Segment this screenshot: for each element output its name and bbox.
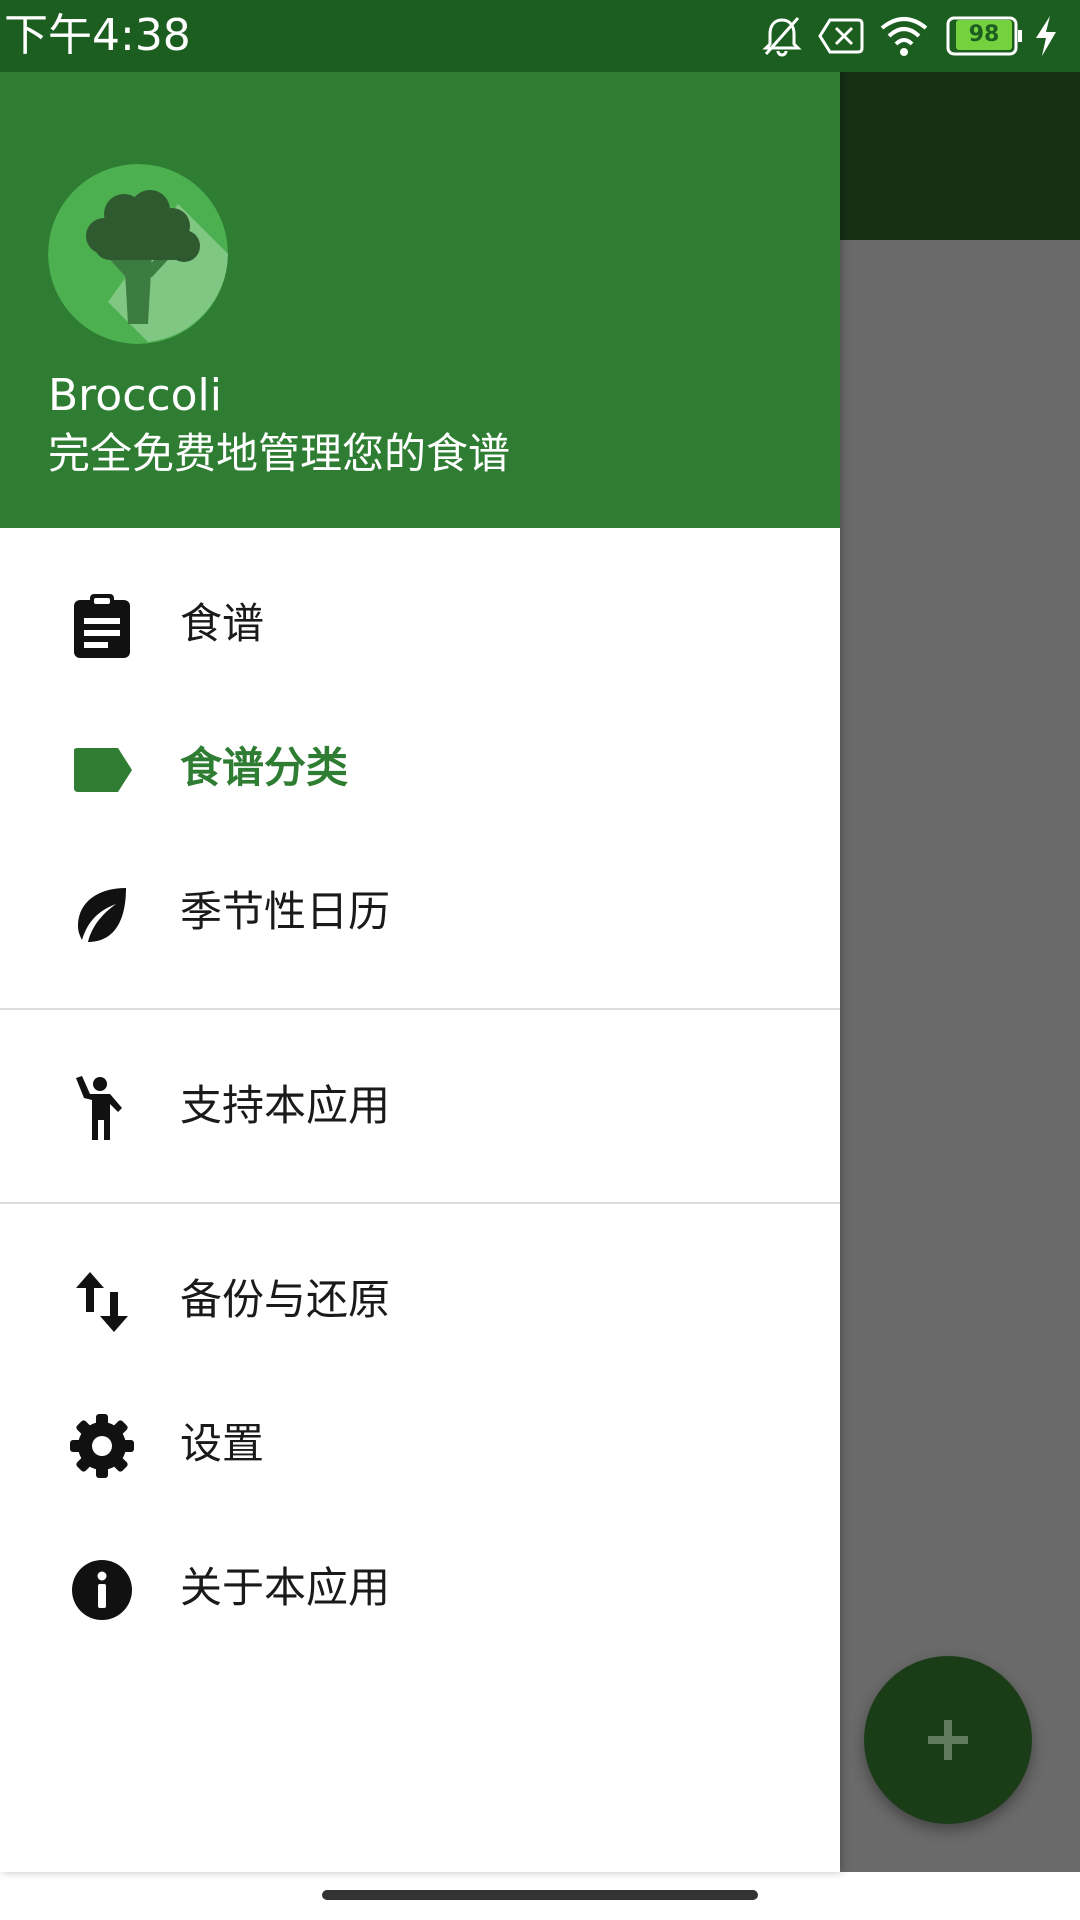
sim-error-icon xyxy=(818,14,864,58)
menu-item-label: 季节性日历 xyxy=(180,887,391,936)
plus-icon xyxy=(928,1720,968,1760)
bell-off-icon xyxy=(760,14,804,58)
leaf-icon xyxy=(78,888,126,942)
menu-item-recipes[interactable]: 食谱 xyxy=(0,552,840,696)
menu-item-label: 备份与还原 xyxy=(180,1275,391,1324)
charging-bolt-icon xyxy=(1032,14,1060,58)
menu-item-label: 关于本应用 xyxy=(180,1563,391,1612)
menu-item-backup-restore[interactable]: 备份与还原 xyxy=(0,1228,840,1372)
menu-item-label: 设置 xyxy=(180,1419,265,1468)
app-name: Broccoli xyxy=(48,370,222,421)
home-indicator[interactable] xyxy=(322,1890,758,1900)
broccoli-logo xyxy=(48,164,228,344)
menu-item-categories[interactable]: 食谱分类 xyxy=(0,696,840,840)
drawer-header: Broccoli 完全免费地管理您的食谱 xyxy=(0,72,840,528)
gear-icon xyxy=(70,1414,134,1478)
menu-item-about[interactable]: 关于本应用 xyxy=(0,1516,840,1660)
menu-divider xyxy=(0,1202,840,1204)
navigation-drawer: Broccoli 完全免费地管理您的食谱 食谱 食谱分类 季节性日历 支持本应用… xyxy=(0,0,840,1872)
add-recipe-button[interactable] xyxy=(864,1656,1032,1824)
status-icons: 98 xyxy=(760,0,1080,72)
battery-level: 98 xyxy=(956,20,1012,50)
menu-item-support[interactable]: 支持本应用 xyxy=(0,1034,840,1178)
menu-item-settings[interactable]: 设置 xyxy=(0,1372,840,1516)
person-waving-icon xyxy=(76,1076,122,1140)
clipboard-icon xyxy=(74,594,130,658)
menu-item-seasonal-calendar[interactable]: 季节性日历 xyxy=(0,840,840,984)
menu-item-label: 食谱 xyxy=(180,599,265,648)
screen: 的食 下午4:38 xyxy=(0,0,1080,1920)
battery-icon: 98 xyxy=(944,14,1024,58)
menu-item-label: 食谱分类 xyxy=(180,743,349,792)
wifi-icon xyxy=(878,14,930,58)
status-time: 下午4:38 xyxy=(4,10,191,61)
label-tag-icon xyxy=(74,748,132,792)
info-icon xyxy=(72,1560,132,1620)
drawer-menu: 食谱 食谱分类 季节性日历 支持本应用 备份与还原 设置 关于本应用 xyxy=(0,528,840,1660)
menu-item-label: 支持本应用 xyxy=(180,1081,391,1130)
app-tagline: 完全免费地管理您的食谱 xyxy=(48,429,511,478)
status-bar: 下午4:38 98 xyxy=(0,0,1080,72)
swap-vertical-icon xyxy=(76,1272,128,1332)
menu-divider xyxy=(0,1008,840,1010)
